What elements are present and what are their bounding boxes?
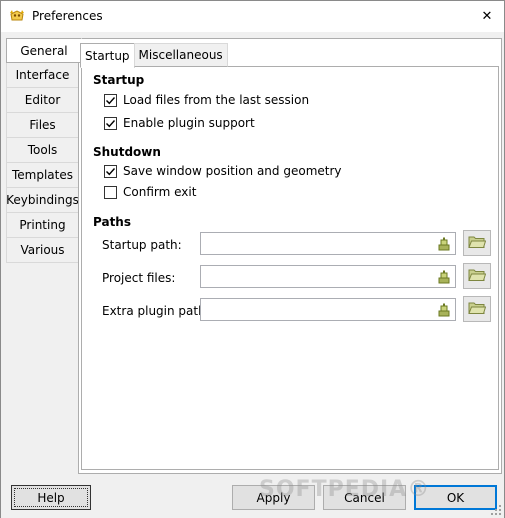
side-tab-label: Printing xyxy=(19,218,66,232)
side-tab-files[interactable]: Files xyxy=(6,113,79,138)
side-tab-label: Keybindings xyxy=(6,193,79,207)
startup-path-browse-button[interactable] xyxy=(463,230,491,256)
apply-button[interactable]: Apply xyxy=(232,485,315,510)
side-tab-tools[interactable]: Tools xyxy=(6,138,79,163)
extra-plugin-path-browse-button[interactable] xyxy=(463,296,491,322)
paths-section-title: Paths xyxy=(93,215,131,229)
startup-section-title: Startup xyxy=(93,73,145,87)
extra-plugin-path-field[interactable] xyxy=(200,298,456,321)
client-area: General Interface Editor Files Tools Tem… xyxy=(1,32,504,518)
confirm-exit-option[interactable]: Confirm exit xyxy=(104,184,196,200)
save-geometry-label: Save window position and geometry xyxy=(123,164,342,178)
tab-label: Miscellaneous xyxy=(138,48,223,62)
side-tab-list: General Interface Editor Files Tools Tem… xyxy=(6,38,82,263)
open-folder-icon xyxy=(468,235,487,252)
side-tab-templates[interactable]: Templates xyxy=(6,163,79,188)
cancel-button[interactable]: Cancel xyxy=(323,485,406,510)
shutdown-section-title: Shutdown xyxy=(93,145,161,159)
ok-button-label: OK xyxy=(446,490,465,505)
load-files-option[interactable]: Load files from the last session xyxy=(104,92,309,108)
project-files-browse-button[interactable] xyxy=(463,263,491,289)
side-tab-label: Various xyxy=(20,243,65,257)
clear-field-icon[interactable] xyxy=(438,303,450,317)
side-tab-general[interactable]: General xyxy=(6,38,82,63)
help-button-label: Help xyxy=(37,490,65,505)
side-tab-editor[interactable]: Editor xyxy=(6,88,79,113)
open-folder-icon xyxy=(468,301,487,318)
load-files-checkbox[interactable] xyxy=(104,93,117,107)
side-tab-keybindings[interactable]: Keybindings xyxy=(6,188,79,213)
close-icon: ✕ xyxy=(481,8,493,24)
side-tab-label: Files xyxy=(29,118,56,132)
tab-label: Startup xyxy=(85,48,130,63)
window-title: Preferences xyxy=(32,9,103,23)
project-files-field[interactable] xyxy=(200,265,456,288)
clear-field-icon[interactable] xyxy=(438,237,450,251)
top-tab-bar: Startup Miscellaneous xyxy=(80,43,228,68)
confirm-exit-checkbox[interactable] xyxy=(104,185,117,199)
plugin-support-label: Enable plugin support xyxy=(123,116,255,130)
side-tab-label: General xyxy=(20,43,68,58)
plugin-support-checkbox[interactable] xyxy=(104,116,117,130)
project-files-label: Project files: xyxy=(102,271,176,285)
side-tab-label: Tools xyxy=(27,143,58,157)
app-icon xyxy=(9,9,25,23)
startup-path-label: Startup path: xyxy=(102,238,182,252)
clear-field-icon[interactable] xyxy=(438,270,450,284)
ok-button[interactable]: OK xyxy=(414,485,497,510)
side-tab-various[interactable]: Various xyxy=(6,238,79,263)
save-geometry-checkbox[interactable] xyxy=(104,164,117,178)
load-files-label: Load files from the last session xyxy=(123,93,310,107)
side-tab-label: Editor xyxy=(24,93,61,107)
help-button[interactable]: Help xyxy=(11,485,91,510)
title-bar: Preferences ✕ xyxy=(1,1,504,32)
side-tab-interface[interactable]: Interface xyxy=(6,63,79,88)
close-button[interactable]: ✕ xyxy=(470,1,504,31)
plugin-support-option[interactable]: Enable plugin support xyxy=(104,115,255,131)
side-tab-label: Templates xyxy=(11,168,73,182)
preferences-window: Preferences ✕ General Interface Editor F… xyxy=(0,0,505,518)
save-geometry-option[interactable]: Save window position and geometry xyxy=(104,163,342,179)
side-tab-printing[interactable]: Printing xyxy=(6,213,79,238)
side-tab-label: Interface xyxy=(15,68,70,82)
cancel-button-label: Cancel xyxy=(344,490,385,505)
startup-tab-panel: Startup Load files from the last session… xyxy=(81,66,499,470)
startup-path-field[interactable] xyxy=(200,232,456,255)
tab-startup[interactable]: Startup xyxy=(80,43,135,68)
tab-miscellaneous[interactable]: Miscellaneous xyxy=(133,43,228,67)
resize-grip-icon[interactable] xyxy=(490,504,502,516)
extra-plugin-path-label: Extra plugin path: xyxy=(102,304,210,318)
confirm-exit-label: Confirm exit xyxy=(123,185,197,199)
open-folder-icon xyxy=(468,268,487,285)
apply-button-label: Apply xyxy=(256,490,291,505)
